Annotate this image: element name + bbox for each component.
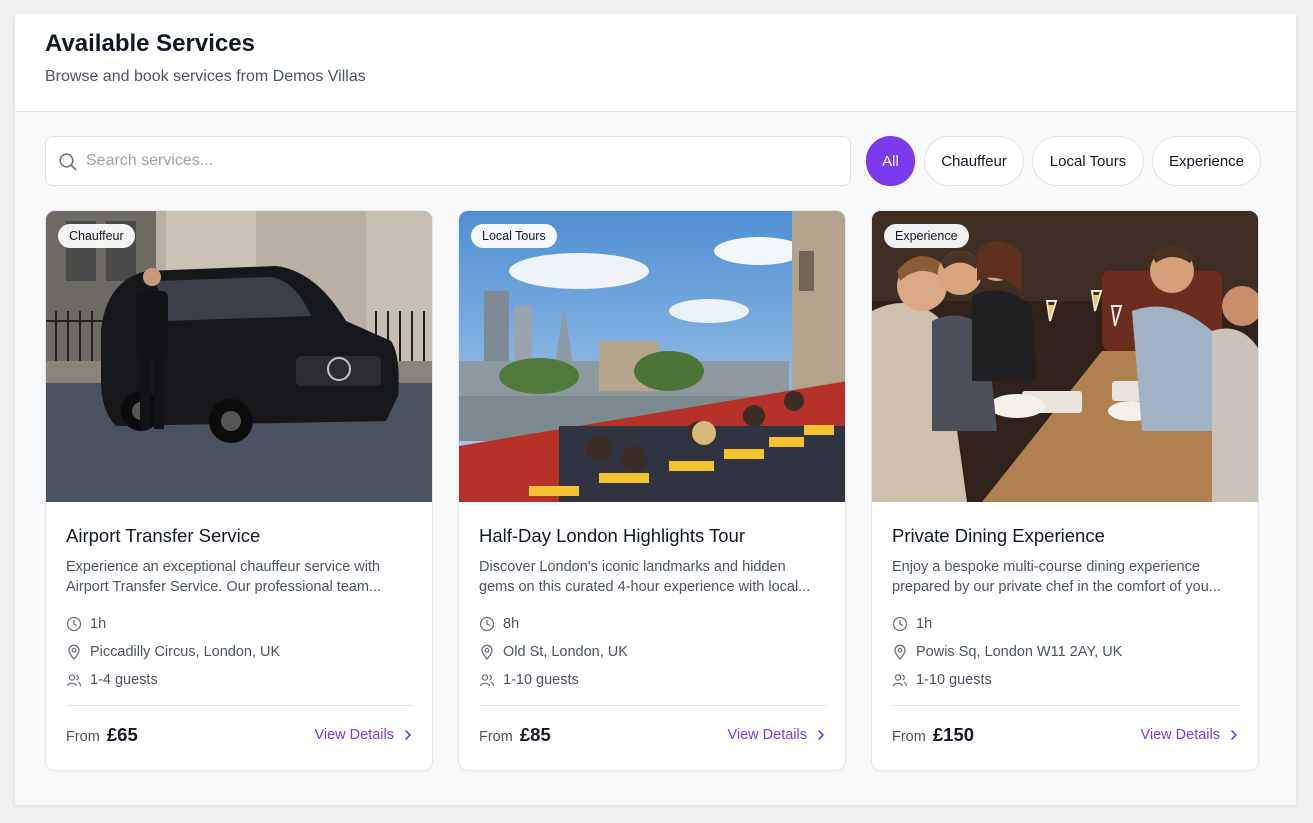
category-tag: Local Tours bbox=[471, 224, 557, 248]
guests-text: 1-10 guests bbox=[916, 672, 992, 688]
page-title: Available Services bbox=[45, 30, 255, 57]
location-row: Old St, London, UK bbox=[479, 638, 827, 666]
search-input[interactable] bbox=[86, 137, 836, 185]
clock-icon bbox=[66, 616, 82, 632]
guests-row: 1-4 guests bbox=[66, 666, 414, 694]
card-description: Experience an exceptional chauffeur serv… bbox=[66, 557, 414, 597]
price-value: £150 bbox=[932, 724, 975, 745]
location-row: Piccadilly Circus, London, UK bbox=[66, 638, 414, 666]
description-line: Discover London's iconic landmarks and h… bbox=[479, 559, 786, 575]
location-text: Piccadilly Circus, London, UK bbox=[90, 644, 281, 660]
card-title[interactable]: Half-Day London Highlights Tour bbox=[479, 524, 827, 548]
card-meta: 1h Powis Sq, London W11 2AY, UK 1-10 gue… bbox=[892, 610, 1240, 694]
filter-chip-experience[interactable]: Experience bbox=[1152, 136, 1261, 186]
duration-text: 8h bbox=[503, 616, 520, 632]
view-details-link[interactable]: View Details bbox=[1140, 727, 1240, 743]
page-header: Available Services Browse and book servi… bbox=[15, 14, 1296, 112]
card-title[interactable]: Airport Transfer Service bbox=[66, 524, 414, 548]
card-meta: 1h Piccadilly Circus, London, UK 1-4 gue… bbox=[66, 610, 414, 694]
service-card[interactable]: Local Tours Half-Day London Highlights T… bbox=[458, 210, 846, 771]
duration-row: 8h bbox=[479, 610, 827, 638]
search-box[interactable] bbox=[45, 136, 851, 186]
users-icon bbox=[479, 674, 495, 687]
card-description: Discover London's iconic landmarks and h… bbox=[479, 557, 827, 597]
guests-text: 1-4 guests bbox=[90, 672, 158, 688]
price-prefix: From bbox=[66, 729, 100, 745]
map-pin-icon bbox=[68, 644, 80, 660]
service-card[interactable]: Chauffeur Airport Transfer Service Exper… bbox=[45, 210, 433, 771]
description-line: gems on this curated 4-hour experience w… bbox=[479, 579, 811, 595]
price-prefix: From bbox=[892, 729, 926, 745]
clock-icon bbox=[892, 616, 908, 632]
card-body: Half-Day London Highlights Tour Discover… bbox=[479, 502, 827, 766]
price: From £65 bbox=[66, 724, 138, 746]
price-prefix: From bbox=[479, 729, 513, 745]
card-footer: From £85 View Details bbox=[479, 706, 827, 766]
card-meta: 8h Old St, London, UK 1-10 guests bbox=[479, 610, 827, 694]
view-details-link[interactable]: View Details bbox=[727, 727, 827, 743]
description-line: Experience an exceptional chauffeur serv… bbox=[66, 559, 381, 575]
users-icon bbox=[892, 674, 908, 687]
price-value: £65 bbox=[106, 724, 138, 745]
price-value: £85 bbox=[519, 724, 551, 745]
clock-icon bbox=[479, 616, 495, 632]
chevron-right-icon bbox=[818, 730, 824, 740]
chevron-right-icon bbox=[405, 730, 411, 740]
users-icon bbox=[66, 674, 82, 687]
guests-text: 1-10 guests bbox=[503, 672, 579, 688]
duration-row: 1h bbox=[66, 610, 414, 638]
chauffeur-van-photo: Chauffeur bbox=[46, 211, 432, 502]
card-description: Enjoy a bespoke multi-course dining expe… bbox=[892, 557, 1240, 597]
map-pin-icon bbox=[481, 644, 493, 660]
page-subtitle: Browse and book services from Demos Vill… bbox=[45, 68, 366, 85]
view-details-label: View Details bbox=[1140, 727, 1220, 743]
view-details-link[interactable]: View Details bbox=[314, 727, 414, 743]
duration-text: 1h bbox=[90, 616, 107, 632]
duration-text: 1h bbox=[916, 616, 933, 632]
toolbar: All Chauffeur Local Tours Experience bbox=[45, 136, 1261, 186]
london-bus-tour-photo: Local Tours bbox=[459, 211, 845, 502]
dining-table-photo: Experience bbox=[872, 211, 1258, 502]
card-body: Airport Transfer Service Experience an e… bbox=[66, 502, 414, 766]
services-page: Available Services Browse and book servi… bbox=[15, 14, 1296, 805]
filter-chip-all[interactable]: All bbox=[866, 136, 915, 186]
search-icon bbox=[59, 153, 77, 171]
location-text: Powis Sq, London W11 2AY, UK bbox=[916, 644, 1123, 660]
guests-row: 1-10 guests bbox=[479, 666, 827, 694]
location-text: Old St, London, UK bbox=[503, 644, 628, 660]
chevron-right-icon bbox=[1231, 730, 1237, 740]
filter-chip-local-tours[interactable]: Local Tours bbox=[1032, 136, 1144, 186]
category-tag: Experience bbox=[884, 224, 969, 248]
card-footer: From £65 View Details bbox=[66, 706, 414, 766]
map-pin-icon bbox=[894, 644, 906, 660]
filter-chip-chauffeur[interactable]: Chauffeur bbox=[924, 136, 1024, 186]
guests-row: 1-10 guests bbox=[892, 666, 1240, 694]
view-details-label: View Details bbox=[314, 727, 394, 743]
location-row: Powis Sq, London W11 2AY, UK bbox=[892, 638, 1240, 666]
price: From £150 bbox=[892, 724, 974, 746]
duration-row: 1h bbox=[892, 610, 1240, 638]
category-tag: Chauffeur bbox=[58, 224, 135, 248]
card-title[interactable]: Private Dining Experience bbox=[892, 524, 1240, 548]
card-footer: From £150 View Details bbox=[892, 706, 1240, 766]
description-line: prepared by our private chef in the comf… bbox=[892, 579, 1221, 595]
price: From £85 bbox=[479, 724, 551, 746]
card-body: Private Dining Experience Enjoy a bespok… bbox=[892, 502, 1240, 766]
description-line: Airport Transfer Service. Our profession… bbox=[66, 579, 382, 595]
view-details-label: View Details bbox=[727, 727, 807, 743]
description-line: Enjoy a bespoke multi-course dining expe… bbox=[892, 559, 1200, 575]
service-card[interactable]: Experience Private Dining Experience Enj… bbox=[871, 210, 1259, 771]
